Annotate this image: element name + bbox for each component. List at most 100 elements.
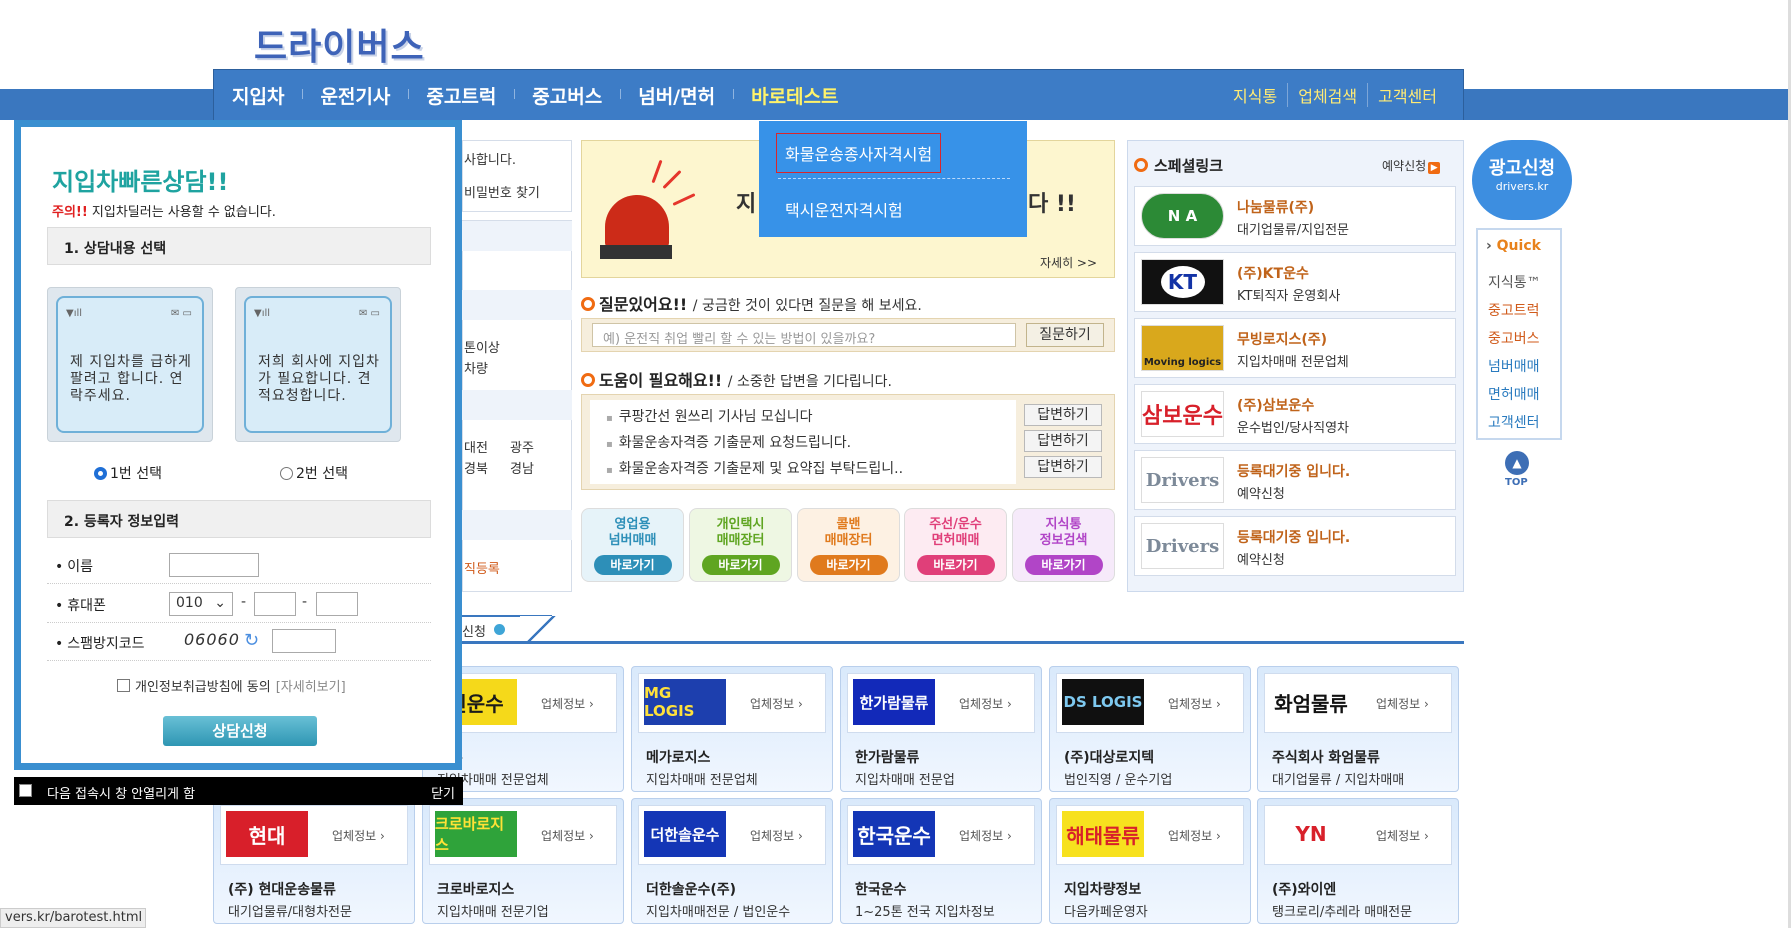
- phone-option-1[interactable]: ▼ıll ✉ ▭ 제 지입차를 급하게 팔려고 합니다. 연락주세요.: [47, 287, 213, 442]
- tab-dot-icon: [494, 624, 505, 635]
- company-info-link[interactable]: 업체정보 ›: [959, 827, 1012, 844]
- company-info-link[interactable]: 업체정보 ›: [1376, 695, 1429, 712]
- answer-button[interactable]: 답변하기: [1024, 456, 1102, 478]
- company-info-link[interactable]: 업체정보 ›: [332, 827, 385, 844]
- company-logo: Drivers: [1141, 457, 1224, 503]
- region-link[interactable]: 광주: [510, 437, 534, 456]
- battery-icon: ✉ ▭: [170, 308, 192, 319]
- company-info-link[interactable]: 업체정보 ›: [750, 827, 803, 844]
- dont-show-checkbox[interactable]: [19, 784, 32, 797]
- answer-button[interactable]: 답변하기: [1024, 430, 1102, 452]
- phone-middle-input[interactable]: [254, 592, 296, 616]
- quick-button-taxi-market[interactable]: 개인택시 매매장터 바로가기: [689, 508, 792, 582]
- register-link[interactable]: 직등록: [464, 558, 500, 577]
- nav-item-jiipcha[interactable]: 지입차: [214, 82, 302, 109]
- company-info-link[interactable]: 업체정보 ›: [1376, 827, 1429, 844]
- nav-item-barotest[interactable]: 바로테스트: [733, 82, 856, 109]
- nav-item-used-bus[interactable]: 중고버스: [514, 82, 620, 109]
- ask-question-button[interactable]: 질문하기: [1026, 323, 1104, 347]
- nav-item-used-truck[interactable]: 중고트럭: [408, 82, 514, 109]
- phone-option-2[interactable]: ▼ıll ✉ ▭ 저희 회사에 지입차가 필요합니다. 견적요청합니다.: [235, 287, 401, 442]
- quick-item[interactable]: 고객센터: [1488, 412, 1540, 432]
- region-link[interactable]: 대전: [464, 437, 488, 456]
- dropdown-item-taxi-exam[interactable]: 택시운전자격시험: [785, 197, 903, 221]
- company-info-link[interactable]: 업체정보 ›: [1168, 827, 1221, 844]
- radio-option-2[interactable]: 2번 선택: [280, 463, 348, 483]
- login-text: 사합니다.: [464, 153, 516, 168]
- site-logo[interactable]: 드라이버스: [254, 18, 425, 70]
- quick-item[interactable]: 면허매매: [1488, 384, 1540, 404]
- nav-link-customer-center[interactable]: 고객센터: [1367, 83, 1447, 107]
- nav-item-driver[interactable]: 운전기사: [302, 82, 408, 109]
- answer-button[interactable]: 답변하기: [1024, 404, 1102, 426]
- special-link-item[interactable]: 삼보운수 (주)삼보운수 운수법인/당사직영차: [1134, 384, 1456, 444]
- quick-button-number-trade[interactable]: 영업용 넘버매매 바로가기: [581, 508, 684, 582]
- quick-item[interactable]: 넘버매매: [1488, 356, 1540, 376]
- special-link-item[interactable]: Drivers 등록대기중 입니다. 예약신청: [1134, 450, 1456, 510]
- help-item[interactable]: 화물운송자격증 기출문제 요청드립니다.: [606, 432, 851, 452]
- quick-item[interactable]: 중고버스: [1488, 328, 1540, 348]
- help-item[interactable]: 화물운송자격증 기출문제 및 요약집 부탁드립니..: [606, 458, 903, 478]
- company-desc: 지입차매매전문 / 법인운수: [646, 905, 791, 920]
- company-info-link[interactable]: 업체정보 ›: [541, 827, 594, 844]
- tab-label[interactable]: 신청: [462, 621, 486, 640]
- top-label[interactable]: TOP: [1505, 477, 1528, 488]
- company-card[interactable]: DS LOGIS 업체정보 › (주)대상로지텍 법인직영 / 운수기업: [1049, 666, 1251, 792]
- quick-item[interactable]: 중고트럭: [1488, 300, 1540, 320]
- phone-prefix-select[interactable]: 010 ⌄: [169, 592, 233, 616]
- company-card[interactable]: 더한솔운수 업체정보 › 더한솔운수(주) 지입차매매전문 / 법인운수: [631, 798, 833, 924]
- region-link[interactable]: 경남: [510, 458, 534, 477]
- consult-submit-button[interactable]: 상담신청: [163, 716, 317, 746]
- quick-item[interactable]: 지식통™: [1488, 272, 1541, 292]
- radio-option-1[interactable]: 1번 선택: [94, 463, 162, 483]
- company-card[interactable]: 해태물류 업체정보 › 지입차량정보 다음카페운영자: [1049, 798, 1251, 924]
- nav-link-company-search[interactable]: 업체검색: [1287, 83, 1367, 107]
- company-card[interactable]: 화엄물류 업체정보 › 주식회사 화엄물류 대기업물류 / 지입차매매: [1257, 666, 1459, 792]
- name-input[interactable]: [169, 553, 259, 577]
- banner-more-link[interactable]: 자세히 >>: [1040, 254, 1097, 271]
- side-menu-fragment[interactable]: 차량: [464, 358, 488, 377]
- company-card[interactable]: 한국운수 업체정보 › 한국운수 1~25톤 전국 지입차정보: [840, 798, 1042, 924]
- special-link-item[interactable]: Moving logics 무빙로지스(주) 지입차매매 전문업체: [1134, 318, 1456, 378]
- company-card[interactable]: MG LOGIS 업체정보 › 메가로지스 지입차매매 전문업체: [631, 666, 833, 792]
- special-link-item[interactable]: KT (주)KT운수 KT퇴직자 운영회사: [1134, 252, 1456, 312]
- company-logo: 화엄물류: [1270, 679, 1352, 725]
- phone-last-input[interactable]: [316, 592, 358, 616]
- company-desc: 대기업물류/대형차전문: [228, 905, 352, 920]
- quick-button-callvan-market[interactable]: 콜밴 매매장터 바로가기: [797, 508, 900, 582]
- company-desc: 법인직영 / 운수기업: [1064, 773, 1173, 788]
- help-item[interactable]: 쿠팡간선 원쓰리 기사님 모십니다: [606, 406, 813, 426]
- side-menu-fragment[interactable]: 톤이상: [464, 337, 500, 356]
- privacy-checkbox[interactable]: [117, 679, 130, 692]
- company-info-link[interactable]: 업체정보 ›: [750, 695, 803, 712]
- company-card[interactable]: YN 업체정보 › (주)와이엔 탱크로리/추레라 매매전문: [1257, 798, 1459, 924]
- quick-button-license-trade[interactable]: 주선/운수 면허매매 바로가기: [904, 508, 1007, 582]
- privacy-agree[interactable]: 개인정보취급방침에 동의 [자세히보기]: [117, 676, 346, 695]
- question-heading: 질문있어요!! / 궁금한 것이 있다면 질문을 해 보세요.: [581, 291, 922, 315]
- company-info-link[interactable]: 업체정보 ›: [1168, 695, 1221, 712]
- chevron-up-icon[interactable]: ▲: [1505, 451, 1529, 475]
- special-link-item[interactable]: Drivers 등록대기중 입니다. 예약신청: [1134, 516, 1456, 576]
- status-bar-url: vers.kr/barotest.html: [0, 908, 146, 928]
- nav-item-number-license[interactable]: 넘버/면허: [620, 82, 733, 109]
- reserve-link[interactable]: 예약신청 ▶: [1382, 157, 1441, 174]
- company-info-link[interactable]: 업체정보 ›: [541, 695, 594, 712]
- spam-code-input[interactable]: [272, 629, 336, 653]
- dropdown-item-cargo-exam[interactable]: 화물운송종사자격시험: [776, 133, 942, 173]
- special-link-item[interactable]: N A 나눔물류(주) 대기업물류/지입전문: [1134, 186, 1456, 246]
- close-popup-button[interactable]: 닫기: [431, 783, 455, 802]
- phone-label: 휴대폰: [55, 595, 106, 615]
- question-input[interactable]: 예) 운전직 취업 빨리 할 수 있는 방법이 있을까요?: [592, 323, 1016, 347]
- region-link[interactable]: 경북: [464, 458, 488, 477]
- company-info-link[interactable]: 업체정보 ›: [959, 695, 1012, 712]
- company-card[interactable]: 현대 업체정보 › (주) 현대운송물류 대기업물류/대형차전문: [213, 798, 415, 924]
- find-password-link[interactable]: 비밀번호 찾기: [464, 182, 540, 201]
- quick-button-knowledge-search[interactable]: 지식통 정보검색 바로가기: [1012, 508, 1115, 582]
- company-desc: 탱크로리/추레라 매매전문: [1272, 905, 1413, 920]
- ad-request-button[interactable]: 광고신청 drivers.kr: [1472, 140, 1572, 220]
- company-card[interactable]: 한가람물류 업체정보 › 한가람물류 지입차매매 전문업: [840, 666, 1042, 792]
- company-card[interactable]: 크로바로지스 업체정보 › 크로바로지스 지입차매매 전문기업: [422, 798, 624, 924]
- company-name: (주) 현대운송물류: [228, 882, 336, 898]
- refresh-icon[interactable]: ↻: [244, 630, 259, 651]
- nav-link-knowledge[interactable]: 지식통: [1223, 83, 1287, 107]
